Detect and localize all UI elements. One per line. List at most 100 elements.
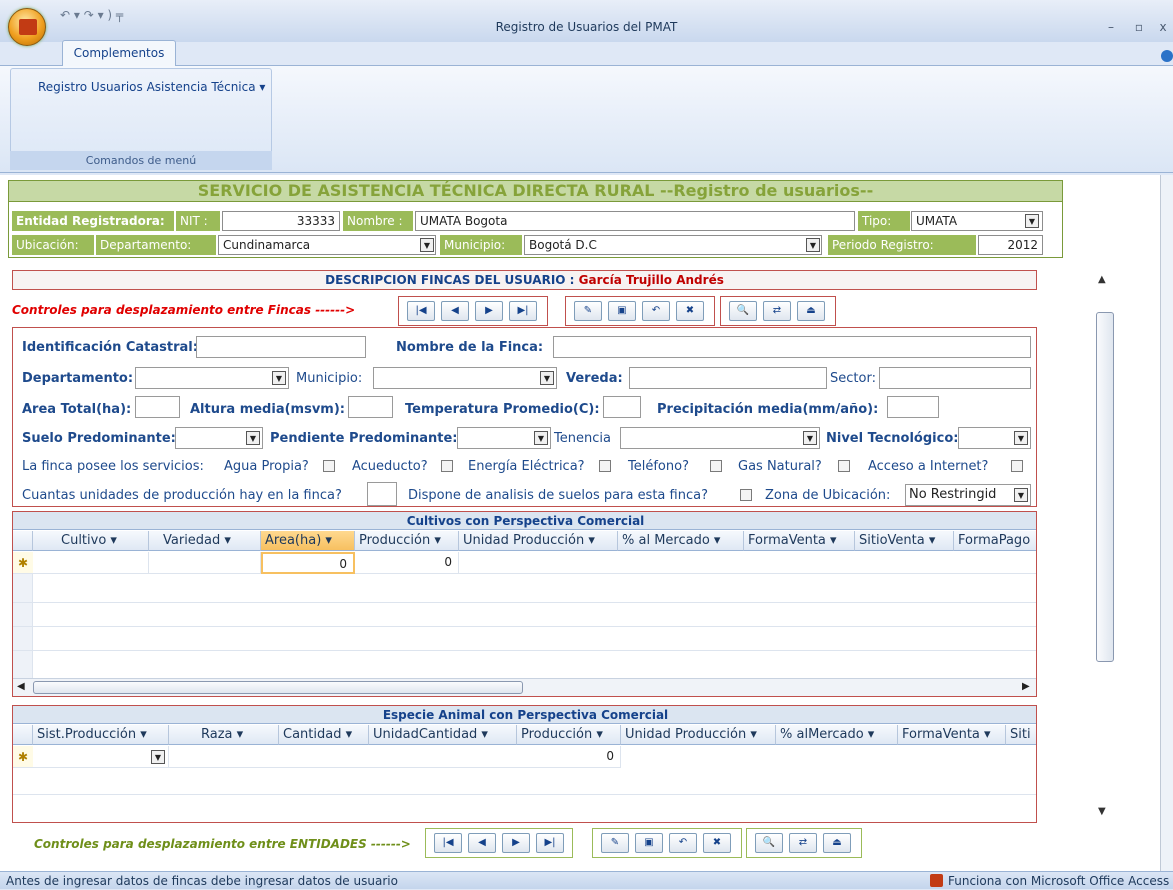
chevron-down-icon[interactable]: ▼ xyxy=(806,238,820,252)
last-record-button[interactable]: ▶| xyxy=(509,301,537,321)
chevron-down-icon[interactable]: ▼ xyxy=(246,431,260,445)
undo-entity-button[interactable]: ↶ xyxy=(669,833,697,853)
col-area[interactable]: Area(ha) ▾ xyxy=(261,531,355,551)
maximize-button[interactable]: ▫ xyxy=(1128,20,1150,34)
area-field[interactable] xyxy=(135,396,180,418)
select-all-corner[interactable] xyxy=(13,725,33,745)
col-sist-produccion[interactable]: Sist.Producción ▾ xyxy=(33,725,169,745)
chevron-down-icon[interactable]: ▼ xyxy=(151,750,165,764)
replace-button[interactable]: ⇄ xyxy=(763,301,791,321)
new-record-button[interactable]: ✎ xyxy=(574,301,602,321)
exit-entity-button[interactable]: ⏏ xyxy=(823,833,851,853)
select-all-corner[interactable] xyxy=(13,531,33,551)
periodo-field[interactable]: 2012 xyxy=(978,235,1043,255)
col-forma-pago[interactable]: FormaPago xyxy=(954,531,1036,551)
col-forma-venta[interactable]: FormaVenta ▾ xyxy=(744,531,855,551)
col-produccion[interactable]: Producción ▾ xyxy=(517,725,621,745)
finca-departamento-combo[interactable] xyxy=(135,367,289,389)
area-cell[interactable]: 0 xyxy=(261,552,355,574)
remaining-cells[interactable] xyxy=(459,552,1036,574)
col-sitio-venta[interactable]: SitioVenta ▾ xyxy=(855,531,954,551)
scroll-thumb[interactable] xyxy=(1096,312,1114,662)
energia-checkbox[interactable] xyxy=(599,460,611,472)
col-unidad-produccion[interactable]: Unidad Producción ▾ xyxy=(621,725,776,745)
finca-municipio-combo[interactable] xyxy=(373,367,557,389)
agua-checkbox[interactable] xyxy=(323,460,335,472)
new-entity-button[interactable]: ✎ xyxy=(601,833,629,853)
col-al-mercado[interactable]: % alMercado ▾ xyxy=(776,725,898,745)
close-button[interactable]: x xyxy=(1152,20,1173,34)
col-raza[interactable]: Raza ▾ xyxy=(169,725,279,745)
help-icon[interactable] xyxy=(1161,50,1173,62)
acueducto-checkbox[interactable] xyxy=(441,460,453,472)
chevron-down-icon[interactable]: ▼ xyxy=(1014,431,1028,445)
delete-record-button[interactable]: ✖ xyxy=(676,301,704,321)
cultivos-hscrollbar[interactable]: ◀ ▶ xyxy=(13,678,1036,696)
chevron-down-icon[interactable]: ▼ xyxy=(420,238,434,252)
outer-scrollbar[interactable] xyxy=(1160,175,1173,871)
tab-complementos[interactable]: Complementos xyxy=(62,40,176,66)
scroll-down-icon[interactable]: ▼ xyxy=(1098,806,1106,817)
temperatura-field[interactable] xyxy=(603,396,641,418)
telefono-checkbox[interactable] xyxy=(710,460,722,472)
chevron-down-icon[interactable]: ▼ xyxy=(534,431,548,445)
tipo-combo[interactable]: UMATA xyxy=(911,211,1043,231)
col-variedad[interactable]: Variedad ▾ xyxy=(149,531,261,551)
col-unidad-cantidad[interactable]: UnidadCantidad ▾ xyxy=(369,725,517,745)
nombre-field[interactable]: UMATA Bogota xyxy=(415,211,855,231)
chevron-down-icon[interactable]: ▼ xyxy=(1025,214,1039,228)
first-entity-button[interactable]: |◀ xyxy=(434,833,462,853)
chevron-down-icon[interactable]: ▼ xyxy=(272,371,286,385)
unidades-field[interactable] xyxy=(367,482,397,506)
prev-record-button[interactable]: ◀ xyxy=(441,301,469,321)
nombre-finca-field[interactable] xyxy=(553,336,1031,358)
col-unidad-produccion[interactable]: Unidad Producción ▾ xyxy=(459,531,618,551)
col-al-mercado[interactable]: % al Mercado ▾ xyxy=(618,531,744,551)
hscroll-thumb[interactable] xyxy=(33,681,523,694)
catastral-field[interactable] xyxy=(196,336,366,358)
next-entity-button[interactable]: ▶ xyxy=(502,833,530,853)
variedad-cell[interactable] xyxy=(149,552,261,574)
scroll-up-icon[interactable]: ▲ xyxy=(1098,274,1106,285)
prev-entity-button[interactable]: ◀ xyxy=(468,833,496,853)
replace-entity-button[interactable]: ⇄ xyxy=(789,833,817,853)
find-entity-button[interactable]: 🔍 xyxy=(755,833,783,853)
gas-checkbox[interactable] xyxy=(838,460,850,472)
tenencia-combo[interactable] xyxy=(620,427,820,449)
save-entity-button[interactable]: ▣ xyxy=(635,833,663,853)
chevron-down-icon[interactable]: ▼ xyxy=(1014,488,1028,502)
altura-field[interactable] xyxy=(348,396,393,418)
precipitacion-field[interactable] xyxy=(887,396,939,418)
col-produccion[interactable]: Producción ▾ xyxy=(355,531,459,551)
col-forma-venta[interactable]: FormaVenta ▾ xyxy=(898,725,1006,745)
zona-combo[interactable]: No Restringid xyxy=(905,484,1031,506)
departamento-combo[interactable]: Cundinamarca xyxy=(218,235,436,255)
internet-checkbox[interactable] xyxy=(1011,460,1023,472)
find-button[interactable]: 🔍 xyxy=(729,301,757,321)
minimize-button[interactable]: – xyxy=(1100,20,1122,34)
col-cantidad[interactable]: Cantidad ▾ xyxy=(279,725,369,745)
undo-button[interactable]: ↶ xyxy=(642,301,670,321)
chevron-down-icon[interactable]: ▼ xyxy=(803,431,817,445)
inner-scrollbar[interactable]: ▲ ▼ xyxy=(1090,270,1118,820)
produccion-cell[interactable]: 0 xyxy=(355,552,459,574)
last-entity-button[interactable]: ▶| xyxy=(536,833,564,853)
registro-menu-button[interactable]: Registro Usuarios Asistencia Técnica ▾ xyxy=(38,80,265,94)
col-sitio[interactable]: Siti xyxy=(1006,725,1036,745)
scroll-right-icon[interactable]: ▶ xyxy=(1022,681,1030,692)
next-record-button[interactable]: ▶ xyxy=(475,301,503,321)
vereda-field[interactable] xyxy=(629,367,827,389)
municipio-combo[interactable]: Bogotá D.C xyxy=(524,235,822,255)
sist-produccion-combo[interactable] xyxy=(33,746,169,768)
col-cultivo[interactable]: Cultivo ▾ xyxy=(33,531,149,551)
sector-field[interactable] xyxy=(879,367,1031,389)
delete-entity-button[interactable]: ✖ xyxy=(703,833,731,853)
especie-produccion-cell[interactable]: 0 xyxy=(517,746,621,768)
cultivo-cell[interactable] xyxy=(33,552,149,574)
first-record-button[interactable]: |◀ xyxy=(407,301,435,321)
analisis-checkbox[interactable] xyxy=(740,489,752,501)
nit-field[interactable]: 33333 xyxy=(222,211,340,231)
exit-button[interactable]: ⏏ xyxy=(797,301,825,321)
chevron-down-icon[interactable]: ▼ xyxy=(540,371,554,385)
save-record-button[interactable]: ▣ xyxy=(608,301,636,321)
